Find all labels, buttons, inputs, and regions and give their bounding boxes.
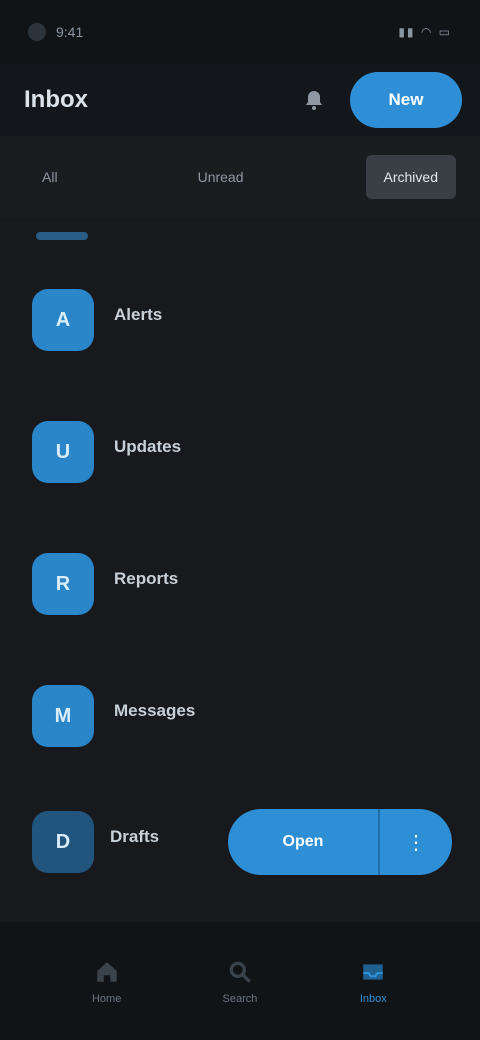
search-icon — [225, 957, 255, 987]
nav-item-search[interactable]: Search — [195, 957, 285, 1005]
split-action-button: Open ⋮ — [228, 809, 452, 875]
tab-all[interactable]: All — [24, 155, 76, 199]
partial-list-item[interactable] — [0, 218, 480, 254]
list-item[interactable]: U Updates — [0, 386, 480, 518]
tab-bar: All Unread Archived — [0, 136, 480, 218]
app-header: Inbox New — [0, 64, 480, 136]
camera-dot-icon — [28, 23, 46, 41]
tab-unread[interactable]: Unread — [180, 155, 262, 199]
list-item[interactable]: A Alerts — [0, 254, 480, 386]
status-left: 9:41 — [28, 23, 83, 41]
nav-item-inbox[interactable]: Inbox — [328, 957, 418, 1005]
item-title: Drafts — [110, 827, 160, 846]
item-text: Messages — [114, 701, 195, 731]
page-title: Inbox — [24, 86, 88, 113]
new-button[interactable]: New — [350, 72, 462, 128]
status-bar: 9:41 ▮▮ ◠ ▭ — [0, 0, 480, 64]
bottom-nav: Home Search Inbox — [0, 922, 480, 1040]
home-icon — [92, 957, 122, 987]
list-item[interactable]: D Drafts Open ⋮ — [0, 782, 480, 902]
inbox-icon — [358, 957, 388, 987]
item-title: Updates — [114, 437, 182, 456]
tab-archived[interactable]: Archived — [365, 155, 456, 199]
header-actions: New — [296, 72, 462, 128]
item-list: A Alerts U Updates R Reports M Messages … — [0, 218, 480, 902]
nav-label: Search — [222, 993, 258, 1005]
avatar: R — [32, 553, 94, 615]
avatar: U — [32, 421, 94, 483]
item-text: Drafts — [110, 827, 202, 857]
avatar: A — [32, 289, 94, 351]
open-button[interactable]: Open — [228, 809, 378, 875]
avatar: D — [32, 811, 94, 873]
item-text: Updates — [114, 437, 181, 467]
item-text: Reports — [114, 569, 178, 599]
nav-item-home[interactable]: Home — [62, 957, 152, 1005]
more-options-button[interactable]: ⋮ — [380, 809, 452, 875]
list-item[interactable]: R Reports — [0, 518, 480, 650]
item-title: Alerts — [114, 305, 163, 324]
status-time: 9:41 — [56, 24, 84, 40]
item-title: Messages — [114, 701, 196, 720]
nav-label: Inbox — [359, 993, 387, 1005]
item-title: Reports — [114, 569, 179, 588]
peek-indicator — [36, 232, 88, 240]
nav-label: Home — [91, 993, 122, 1005]
bell-icon[interactable] — [296, 82, 332, 118]
status-indicators: ▮▮ ◠ ▭ — [398, 25, 452, 39]
item-text: Alerts — [114, 305, 162, 335]
list-item[interactable]: M Messages — [0, 650, 480, 782]
avatar: M — [32, 685, 94, 747]
